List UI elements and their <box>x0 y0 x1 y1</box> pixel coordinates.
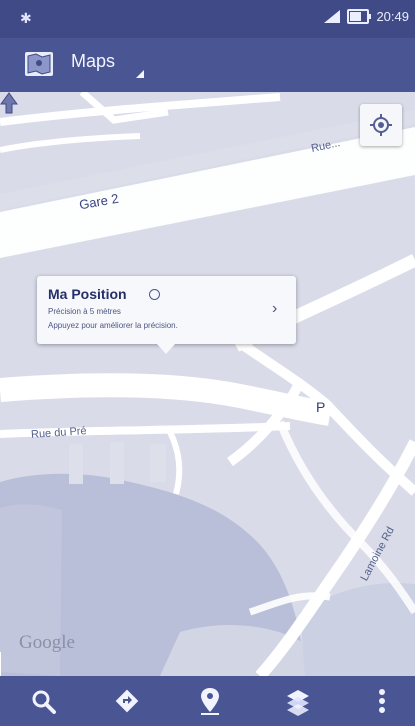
search-icon <box>32 690 56 714</box>
maps-logo-icon[interactable] <box>24 50 54 78</box>
signal-icon <box>324 10 341 23</box>
my-location-button[interactable] <box>360 104 402 146</box>
directions-button[interactable] <box>110 684 144 718</box>
overflow-menu-button[interactable] <box>365 684 399 718</box>
chevron-right-icon: › <box>272 300 278 317</box>
dropdown-icon[interactable] <box>136 70 144 78</box>
menu-icon <box>379 689 385 713</box>
layers-icon <box>287 690 309 716</box>
my-position-callout[interactable]: Ma Position Précision à 5 mètres Appuyez… <box>37 276 296 354</box>
app-title[interactable]: Maps <box>71 51 115 72</box>
clock: 20:49 <box>376 9 409 24</box>
directions-icon <box>115 689 139 713</box>
parking-marker[interactable]: P <box>316 399 325 415</box>
layers-button[interactable] <box>281 684 315 718</box>
callout-title: Ma Position <box>48 286 127 302</box>
callout-accuracy: Précision à 5 mètres <box>48 307 121 316</box>
location-icon <box>149 289 160 300</box>
app-bar: Maps <box>0 38 415 92</box>
map-view[interactable]: Rue... Gare 2 Rue du Pré Lamoine Rd P Ma… <box>0 92 415 676</box>
place-icon <box>201 688 219 715</box>
callout-hint: Appuyez pour améliorer la précision. <box>48 321 178 330</box>
place-button[interactable] <box>193 684 227 718</box>
battery-icon <box>347 9 372 24</box>
map-canvas[interactable] <box>0 92 415 676</box>
bottom-action-bar <box>0 676 415 726</box>
search-button[interactable] <box>26 684 60 718</box>
status-bar: ✱ 20:49 <box>0 0 415 38</box>
maps-screen: ✱ 20:49 Maps Rue... Gare 2 Rue du Pré La… <box>0 0 415 726</box>
google-attribution: Google <box>19 632 75 653</box>
notification-icon: ✱ <box>20 10 32 26</box>
position-marker-icon[interactable] <box>0 92 18 114</box>
status-indicators: 20:49 <box>324 9 409 24</box>
crosshair-icon <box>370 114 392 136</box>
